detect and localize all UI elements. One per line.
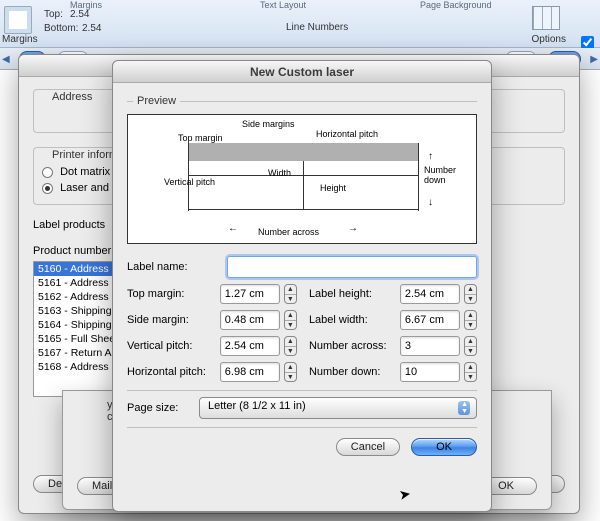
vpitch-lbl: Vertical pitch:	[127, 340, 220, 352]
radio-dot-matrix[interactable]	[42, 167, 53, 178]
label-name-input[interactable]	[227, 256, 477, 278]
address-group-label: Address	[48, 91, 96, 103]
top-margin-lbl: Top margin:	[127, 288, 220, 300]
vpitch-input[interactable]	[220, 336, 280, 356]
cursor-icon: ➤	[398, 485, 413, 504]
label-name-lbl: Label name:	[127, 261, 227, 273]
d-hpitch: Horizontal pitch	[316, 129, 378, 139]
radio-laser[interactable]	[42, 183, 53, 194]
label-width-stepper[interactable]: ▲▼	[464, 310, 477, 330]
custom-titlebar: New Custom laser	[113, 61, 491, 83]
side-margin-lbl: Side margin:	[127, 314, 220, 326]
num-across-stepper[interactable]: ▲▼	[464, 336, 477, 356]
d-height: Height	[320, 183, 346, 193]
bottom-margin-value[interactable]: 2.54	[82, 23, 101, 34]
cancel-button[interactable]: Cancel	[336, 438, 400, 456]
dot-matrix-label: Dot matrix	[60, 166, 110, 178]
top-margin-input[interactable]	[220, 284, 280, 304]
side-margin-stepper[interactable]: ▲▼	[284, 310, 297, 330]
hpitch-stepper[interactable]: ▲▼	[284, 362, 297, 382]
label-width-lbl: Label width:	[309, 314, 400, 326]
d-numacross: Number across	[258, 227, 319, 237]
d-side-margins: Side margins	[242, 119, 295, 129]
page-size-lbl: Page size:	[127, 402, 199, 414]
ok-button[interactable]: OK	[411, 438, 477, 456]
ribbon: Margins Margins Top: 2.54 Bottom: 2.54 T…	[0, 0, 600, 48]
text-layout-header: Text Layout	[260, 0, 306, 10]
hpitch-input[interactable]	[220, 362, 280, 382]
hpitch-lbl: Horizontal pitch:	[127, 366, 220, 378]
preview-label: Preview	[133, 95, 180, 107]
label-height-stepper[interactable]: ▲▼	[464, 284, 477, 304]
margins-button-label[interactable]: Margins	[2, 34, 38, 45]
d-numdown: Number down	[424, 165, 476, 185]
num-down-input[interactable]	[400, 362, 460, 382]
page-size-select[interactable]: Letter (8 1/2 x 11 in) ▲▼	[199, 397, 477, 419]
d-width: Width	[268, 168, 291, 178]
label-width-input[interactable]	[400, 310, 460, 330]
page-prev-icon[interactable]: ◀	[0, 54, 12, 65]
num-down-lbl: Number down:	[309, 366, 400, 378]
preview-diagram: Top margin Side margins Horizontal pitch…	[127, 114, 477, 244]
top-margin-label: Top:	[44, 9, 63, 20]
options-icon[interactable]	[532, 6, 560, 30]
page-size-value: Letter (8 1/2 x 11 in)	[208, 400, 306, 412]
label-height-lbl: Label height:	[309, 288, 400, 300]
bottom-margin-label: Bottom:	[44, 23, 78, 34]
top-margin-stepper[interactable]: ▲▼	[284, 284, 297, 304]
line-numbers-label[interactable]: Line Numbers	[286, 22, 348, 33]
num-across-lbl: Number across:	[309, 340, 400, 352]
margins-icon[interactable]	[4, 6, 32, 34]
num-across-input[interactable]	[400, 336, 460, 356]
d-vpitch: Vertical pitch	[164, 177, 215, 187]
label-height-input[interactable]	[400, 284, 460, 304]
num-down-stepper[interactable]: ▲▼	[464, 362, 477, 382]
custom-laser-dialog: New Custom laser Preview Top margin Side…	[112, 60, 492, 512]
side-margin-input[interactable]	[220, 310, 280, 330]
options-label[interactable]: Options	[532, 34, 566, 45]
page-background-header: Page Background	[420, 0, 492, 10]
vpitch-stepper[interactable]: ▲▼	[284, 336, 297, 356]
top-margin-value[interactable]: 2.54	[70, 9, 89, 20]
d-top-margin: Top margin	[178, 133, 223, 143]
page-next-icon[interactable]: ▶	[588, 54, 600, 65]
